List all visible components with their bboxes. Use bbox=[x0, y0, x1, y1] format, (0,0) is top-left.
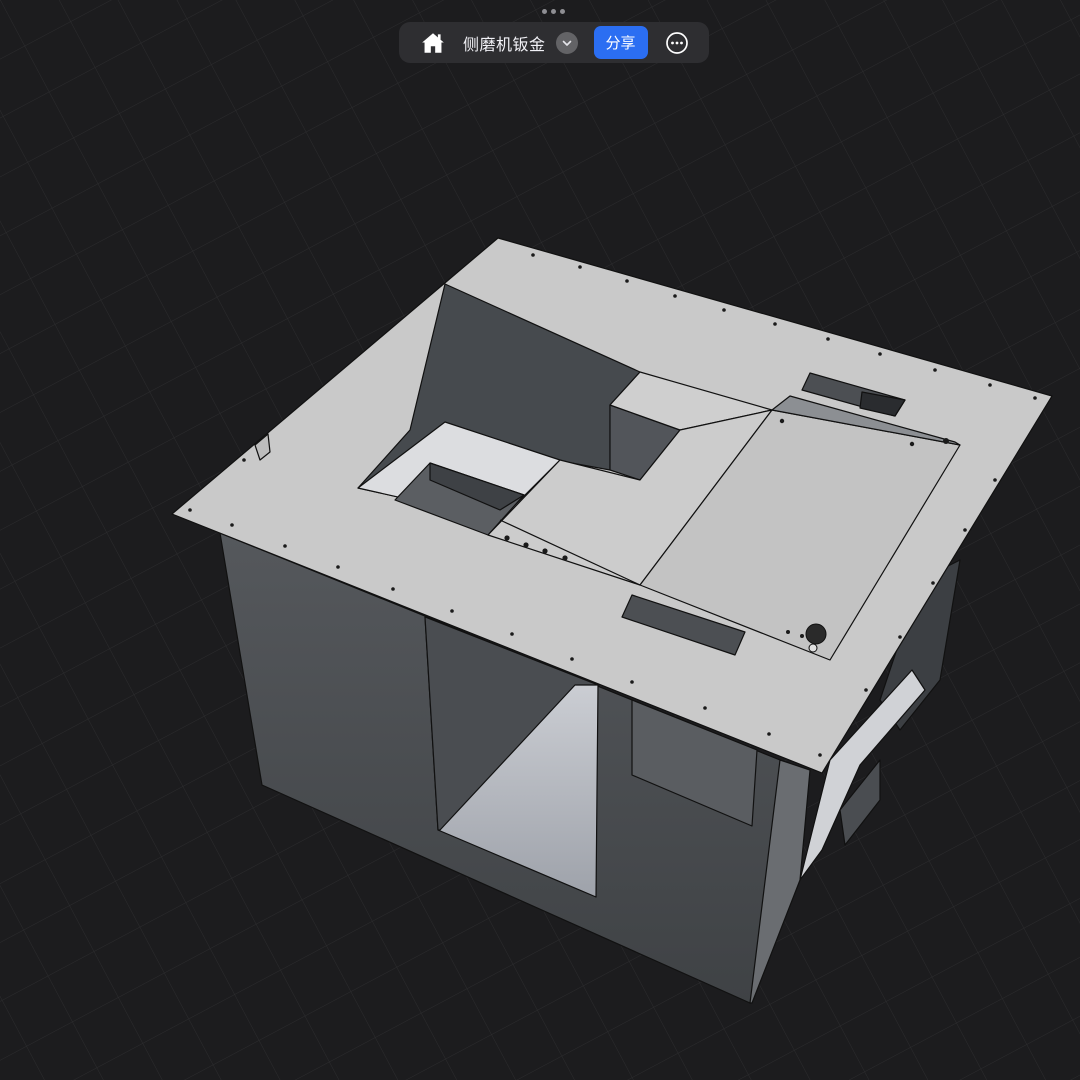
more-button[interactable] bbox=[664, 30, 690, 56]
small-hole bbox=[808, 643, 818, 653]
share-button[interactable]: 分享 bbox=[593, 26, 648, 59]
drag-handle-icon[interactable] bbox=[540, 7, 566, 15]
more-icon bbox=[665, 31, 688, 54]
top-toolbar: 侧磨机钣金 分享 bbox=[399, 22, 709, 63]
document-title[interactable]: 侧磨机钣金 bbox=[463, 31, 546, 55]
chevron-down-icon bbox=[562, 40, 571, 46]
home-button[interactable] bbox=[417, 27, 449, 59]
home-icon bbox=[422, 32, 444, 53]
model-canvas[interactable] bbox=[0, 0, 1080, 1080]
large-hole bbox=[805, 623, 827, 645]
title-dropdown-button[interactable] bbox=[555, 31, 578, 54]
3d-viewport[interactable] bbox=[0, 0, 1080, 1080]
